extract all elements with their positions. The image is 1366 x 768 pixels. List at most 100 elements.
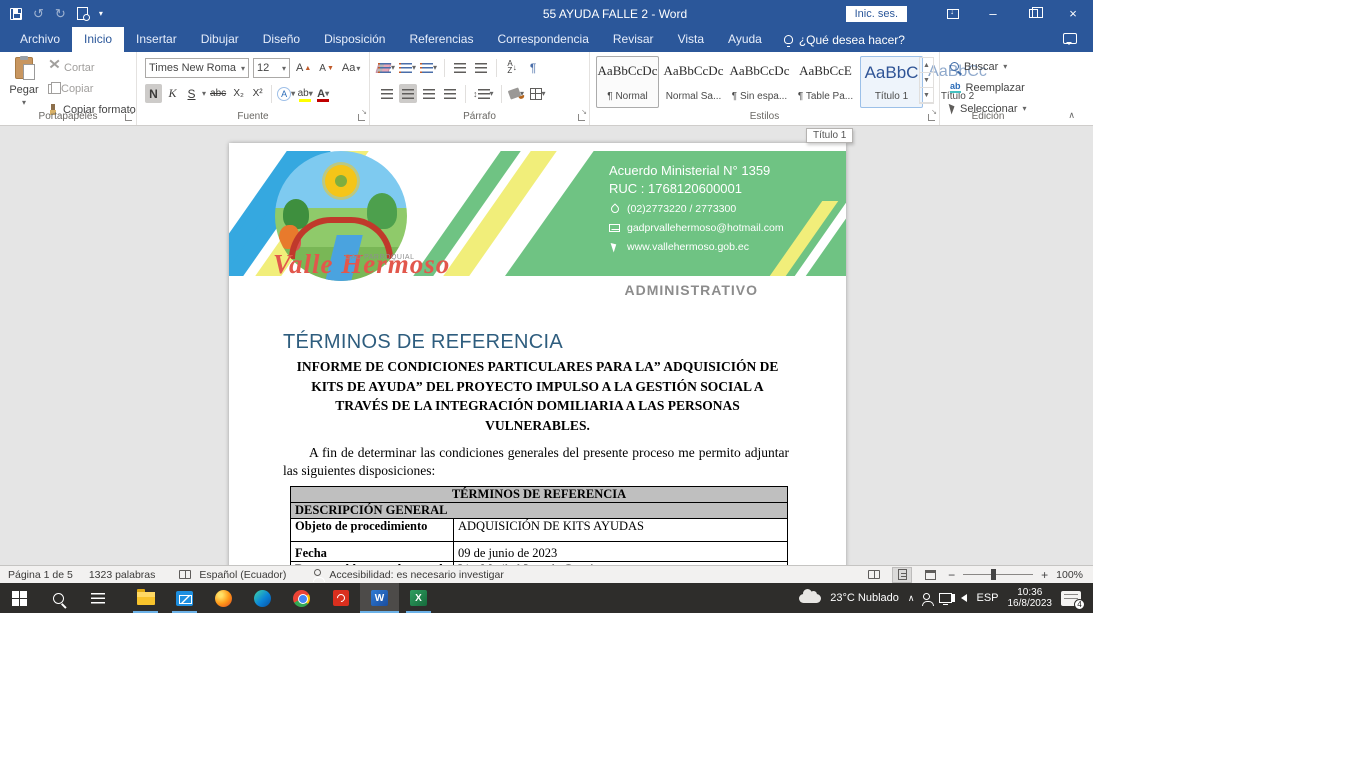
text-effects-button[interactable]: A▾ — [277, 84, 295, 103]
justify-button[interactable] — [441, 84, 459, 103]
tab-revisar[interactable]: Revisar — [601, 27, 666, 52]
style-titulo-1[interactable]: AaBbCTítulo 1 — [860, 56, 923, 108]
ribbon-display-options-button[interactable] — [933, 0, 973, 27]
zoom-slider[interactable] — [963, 574, 1033, 575]
language-indicator[interactable]: Español (Ecuador) — [199, 569, 286, 581]
underline-dropdown-icon[interactable]: ▾ — [202, 89, 206, 98]
document-area[interactable]: Título 1 Valle Hermoso GAD PAR — [0, 126, 1093, 565]
font-size-select[interactable]: 12▾ — [253, 58, 290, 78]
style-normal[interactable]: AaBbCcDc¶ Normal — [596, 56, 659, 108]
signin-button[interactable]: Inic. ses. — [846, 6, 907, 22]
clipboard-dialog-launcher-icon[interactable] — [125, 114, 132, 121]
font-dialog-launcher-icon[interactable] — [358, 114, 365, 121]
shrink-font-button[interactable]: A▼ — [317, 59, 336, 77]
print-preview-icon[interactable] — [77, 7, 88, 20]
multilevel-list-button[interactable]: ▾ — [420, 58, 438, 77]
highlight-button[interactable]: ab▾ — [297, 84, 313, 103]
web-layout-button[interactable] — [920, 567, 940, 583]
find-button[interactable]: Buscar▾ — [950, 58, 1027, 75]
accessibility-icon[interactable] — [314, 569, 321, 576]
file-explorer-button[interactable] — [126, 583, 165, 613]
tray-expand-icon[interactable]: ∧ — [908, 593, 915, 604]
weather-cloud-icon[interactable] — [799, 594, 821, 603]
undo-icon[interactable]: ↺ — [33, 6, 44, 22]
close-button[interactable]: × — [1053, 0, 1093, 27]
zoom-level[interactable]: 100% — [1056, 569, 1083, 581]
styles-dialog-launcher-icon[interactable] — [928, 114, 935, 121]
shading-button[interactable]: ▾ — [508, 84, 526, 103]
styles-expand-button[interactable]: ▼ — [920, 88, 933, 103]
tab-archivo[interactable]: Archivo — [8, 27, 72, 52]
tell-me-box[interactable]: ¿Qué desea hacer? — [774, 27, 915, 52]
qat-customize-icon[interactable]: ▾ — [99, 9, 103, 18]
paste-dropdown-icon[interactable]: ▾ — [22, 98, 26, 107]
show-marks-button[interactable]: ¶ — [524, 58, 542, 77]
tab-ayuda[interactable]: Ayuda — [716, 27, 774, 52]
tab-vista[interactable]: Vista — [666, 27, 716, 52]
tab-disposicion[interactable]: Disposición — [312, 27, 397, 52]
numbering-button[interactable]: ▾ — [399, 58, 417, 77]
align-right-button[interactable] — [420, 84, 438, 103]
clock[interactable]: 10:36 16/8/2023 — [1008, 587, 1053, 609]
superscript-button[interactable]: X² — [249, 84, 266, 103]
redo-icon[interactable]: ↻ — [55, 6, 66, 22]
copy-button[interactable]: Copiar — [48, 80, 136, 97]
tab-insertar[interactable]: Insertar — [124, 27, 189, 52]
zoom-in-button[interactable]: + — [1041, 568, 1048, 582]
save-icon[interactable] — [10, 8, 22, 20]
grow-font-button[interactable]: A▲ — [294, 59, 313, 77]
style-sin-espaciado[interactable]: AaBbCcDc¶ Sin espa... — [728, 56, 791, 108]
italic-button[interactable]: K — [164, 84, 181, 103]
zoom-slider-handle[interactable] — [991, 569, 996, 580]
minimize-button[interactable]: – — [973, 0, 1013, 27]
weather-text[interactable]: 23°C Nublado — [830, 592, 899, 604]
keyboard-language[interactable]: ESP — [976, 592, 998, 604]
paragraph-dialog-launcher-icon[interactable] — [578, 114, 585, 121]
accessibility-status[interactable]: Accesibilidad: es necesario investigar — [329, 569, 504, 581]
collapse-ribbon-button[interactable]: ∧ — [1068, 110, 1075, 121]
styles-scroll-down-button[interactable]: ▼ — [920, 73, 933, 88]
strikethrough-button[interactable]: abc — [208, 84, 228, 103]
firefox-button[interactable] — [204, 583, 243, 613]
document-page[interactable]: Valle Hermoso GAD PARROQUIAL Acuerdo Min… — [229, 143, 846, 565]
excel-taskbar-button[interactable]: X — [399, 583, 438, 613]
word-taskbar-button[interactable]: W — [360, 583, 399, 613]
people-tray-icon[interactable] — [923, 593, 930, 600]
proofing-icon[interactable] — [179, 570, 191, 579]
comments-button[interactable] — [1063, 31, 1077, 49]
restore-button[interactable] — [1013, 0, 1053, 27]
print-layout-button[interactable] — [892, 567, 912, 583]
read-mode-button[interactable] — [864, 567, 884, 583]
align-left-button[interactable] — [378, 84, 396, 103]
replace-button[interactable]: abReemplazar — [950, 79, 1027, 96]
tab-correspondencia[interactable]: Correspondencia — [485, 27, 600, 52]
edge-button[interactable] — [243, 583, 282, 613]
subscript-button[interactable]: X₂ — [230, 84, 247, 103]
style-table-paragraph[interactable]: AaBbCcE¶ Table Pa... — [794, 56, 857, 108]
borders-button[interactable]: ▾ — [529, 84, 547, 103]
word-count[interactable]: 1323 palabras — [89, 569, 156, 581]
cut-button[interactable]: Cortar — [48, 59, 136, 76]
zoom-out-button[interactable]: − — [948, 568, 955, 582]
paste-button[interactable]: Pegar ▾ — [6, 57, 42, 117]
bold-button[interactable]: N — [145, 84, 162, 103]
font-color-button[interactable]: A▾ — [315, 84, 331, 103]
tab-inicio[interactable]: Inicio — [72, 27, 124, 52]
network-icon[interactable] — [939, 593, 952, 603]
underline-button[interactable]: S — [183, 84, 200, 103]
notification-center-button[interactable]: 4 — [1061, 591, 1081, 606]
font-family-select[interactable]: Times New Roma▾ — [145, 58, 249, 78]
decrease-indent-button[interactable] — [451, 58, 469, 77]
tab-referencias[interactable]: Referencias — [397, 27, 485, 52]
line-spacing-button[interactable]: ↕▾ — [472, 84, 495, 103]
bullets-button[interactable]: ▾ — [378, 58, 396, 77]
volume-icon[interactable] — [961, 594, 967, 602]
style-normal-sa[interactable]: AaBbCcDcNormal Sa... — [662, 56, 725, 108]
tab-dibujar[interactable]: Dibujar — [189, 27, 251, 52]
start-button[interactable] — [0, 583, 39, 613]
acrobat-button[interactable] — [321, 583, 360, 613]
styles-scroll-up-button[interactable]: ▲ — [920, 58, 933, 73]
tab-diseno[interactable]: Diseño — [251, 27, 312, 52]
page-indicator[interactable]: Página 1 de 5 — [8, 569, 73, 581]
chrome-button[interactable] — [282, 583, 321, 613]
